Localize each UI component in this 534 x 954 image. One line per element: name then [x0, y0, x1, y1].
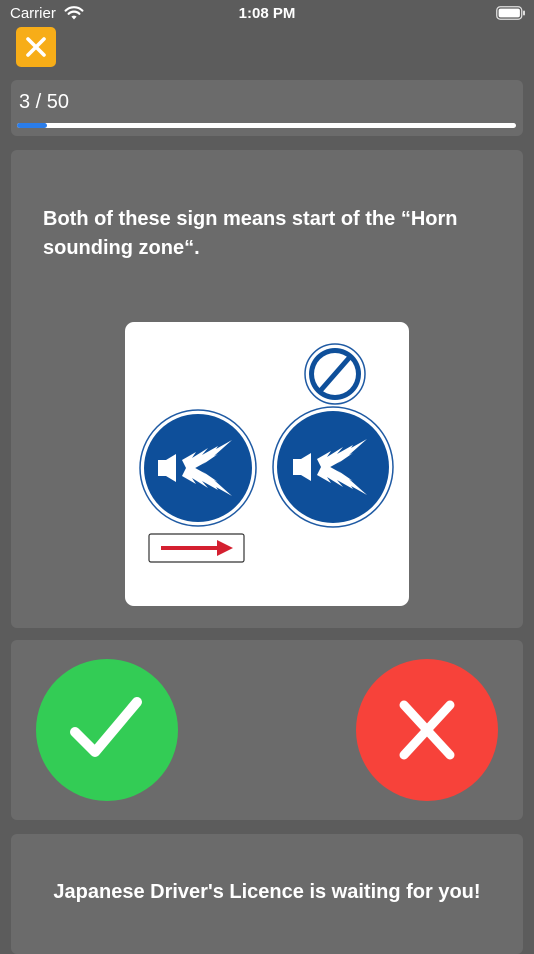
question-image — [125, 322, 409, 606]
true-answer-button[interactable] — [36, 659, 178, 801]
horn-sounding-sign-icon — [139, 409, 257, 527]
clock-time: 1:08 PM — [238, 5, 296, 22]
question-text: Both of these sign means start of the “H… — [43, 208, 458, 259]
promo-card: Japanese Driver's Licence is waiting for… — [11, 834, 523, 954]
false-answer-button[interactable] — [356, 659, 498, 801]
progress-bar — [17, 123, 516, 128]
road-signs-illustration — [139, 343, 394, 563]
horn-sounding-sign-icon — [272, 406, 394, 528]
battery-icon — [496, 6, 525, 20]
close-icon — [26, 37, 46, 57]
question-card: Both of these sign means start of the “H… — [11, 150, 523, 628]
x-icon — [399, 700, 455, 760]
answer-card — [11, 640, 523, 820]
progress-card: 3 / 50 — [11, 80, 523, 136]
close-button[interactable] — [16, 27, 56, 67]
status-bar: Carrier 1:08 PM — [0, 0, 534, 28]
progress-bar-fill — [17, 123, 47, 128]
right-arrow-plate-icon — [148, 533, 245, 563]
checkmark-icon — [70, 697, 142, 757]
progress-counter: 3 / 50 — [19, 91, 70, 113]
end-restriction-sign-icon — [304, 343, 366, 405]
promo-text: Japanese Driver's Licence is waiting for… — [53, 881, 481, 903]
